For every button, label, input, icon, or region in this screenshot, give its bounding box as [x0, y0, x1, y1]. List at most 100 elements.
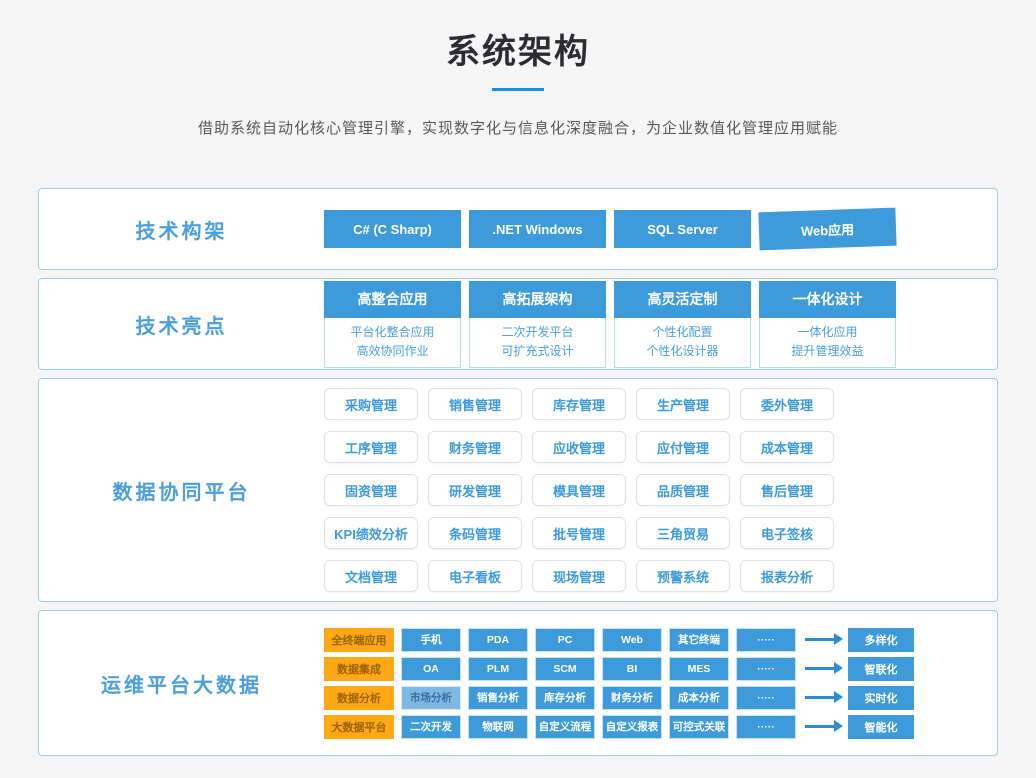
bigdata-item: 销售分析: [468, 686, 528, 710]
module-chip: 库存管理: [532, 388, 626, 420]
bigdata-item: 其它终端: [669, 628, 729, 652]
tech-stack-items: C# (C Sharp) .NET Windows SQL Server Web…: [324, 189, 896, 269]
module-chip: 报表分析: [740, 560, 834, 592]
highlight-line: 提升管理效益: [760, 342, 895, 361]
arrow-right-icon: [805, 696, 835, 699]
module-chip: 预警系统: [636, 560, 730, 592]
bigdata-item: PDA: [468, 628, 528, 652]
bigdata-item-ellipsis: ·····: [736, 715, 796, 739]
page: 系统架构 借助系统自动化核心管理引擎，实现数字化与信息化深度融合，为企业数值化管…: [0, 0, 1036, 756]
highlight-line: 可扩充式设计: [470, 342, 605, 361]
module-chip: 委外管理: [740, 388, 834, 420]
tech-stack-section: 技术构架 C# (C Sharp) .NET Windows SQL Serve…: [38, 188, 998, 270]
module-chip: 应收管理: [532, 431, 626, 463]
module-chip: 售后管理: [740, 474, 834, 506]
module-chip: 成本管理: [740, 431, 834, 463]
module-chip: 条码管理: [428, 517, 522, 549]
bigdata-row-platform: 大数据平台 二次开发 物联网 自定义流程 自定义报表 可控式关联 ····· 智…: [324, 715, 914, 739]
bigdata-item-ellipsis: ·····: [736, 657, 796, 681]
module-chip: 电子签核: [740, 517, 834, 549]
section-label-highlights: 技术亮点: [39, 279, 324, 369]
bigdata-result: 智能化: [848, 715, 914, 739]
data-platform-section: 数据协同平台 采购管理 销售管理 库存管理 生产管理 委外管理 工序管理 财务管…: [38, 378, 998, 602]
bigdata-item: SCM: [535, 657, 595, 681]
module-chip: 电子看板: [428, 560, 522, 592]
bigdata-row-analysis: 数据分析 市场分析 销售分析 库存分析 财务分析 成本分析 ····· 实时化: [324, 686, 914, 710]
page-title: 系统架构: [0, 0, 1036, 73]
highlight-card-integration: 高整合应用 平台化整合应用 高效协同作业: [324, 281, 461, 368]
bigdata-row-terminals: 全终端应用 手机 PDA PC Web 其它终端 ····· 多样化: [324, 628, 914, 652]
arrow-right-icon: [805, 667, 835, 670]
module-chip: 采购管理: [324, 388, 418, 420]
highlight-line: 平台化整合应用: [325, 323, 460, 342]
module-chip: 工序管理: [324, 431, 418, 463]
highlight-card-extensibility: 高拓展架构 二次开发平台 可扩充式设计: [469, 281, 606, 368]
highlight-line: 个性化设计器: [615, 342, 750, 361]
bigdata-category-tag: 大数据平台: [324, 715, 394, 739]
bigdata-row-integration: 数据集成 OA PLM SCM BI MES ····· 智联化: [324, 657, 914, 681]
highlight-cards: 高整合应用 平台化整合应用 高效协同作业 高拓展架构 二次开发平台 可扩充式设计…: [324, 279, 896, 369]
arrow-right-icon: [805, 725, 835, 728]
module-chip: 销售管理: [428, 388, 522, 420]
module-chip: 固资管理: [324, 474, 418, 506]
page-subtitle: 借助系统自动化核心管理引擎，实现数字化与信息化深度融合，为企业数值化管理应用赋能: [0, 117, 1036, 138]
bigdata-item-ellipsis: ·····: [736, 628, 796, 652]
bigdata-category-tag: 数据集成: [324, 657, 394, 681]
bigdata-item: 自定义流程: [535, 715, 595, 739]
tech-item-dotnet-windows: .NET Windows: [469, 210, 606, 248]
section-label-tech-stack: 技术构架: [39, 189, 324, 269]
highlight-line: 高效协同作业: [325, 342, 460, 361]
bigdata-item: OA: [401, 657, 461, 681]
bigdata-item: 库存分析: [535, 686, 595, 710]
tech-item-sql-server: SQL Server: [614, 210, 751, 248]
bigdata-item: 自定义报表: [602, 715, 662, 739]
highlight-card-title: 一体化设计: [759, 281, 896, 318]
module-chip: 研发管理: [428, 474, 522, 506]
highlight-card-body: 个性化配置 个性化设计器: [614, 318, 751, 368]
bigdata-item: 成本分析: [669, 686, 729, 710]
bigdata-rows: 全终端应用 手机 PDA PC Web 其它终端 ····· 多样化 数据集成 …: [324, 611, 914, 755]
bigdata-section: 运维平台大数据 全终端应用 手机 PDA PC Web 其它终端 ····· 多…: [38, 610, 998, 756]
bigdata-item: Web: [602, 628, 662, 652]
highlights-section: 技术亮点 高整合应用 平台化整合应用 高效协同作业 高拓展架构 二次开发平台 可…: [38, 278, 998, 370]
section-label-data-platform: 数据协同平台: [39, 379, 324, 601]
module-chip: 三角贸易: [636, 517, 730, 549]
bigdata-category-tag: 数据分析: [324, 686, 394, 710]
highlight-card-body: 一体化应用 提升管理效益: [759, 318, 896, 368]
highlight-card-title: 高整合应用: [324, 281, 461, 318]
section-label-bigdata: 运维平台大数据: [39, 611, 324, 755]
bigdata-item: 可控式关联: [669, 715, 729, 739]
bigdata-item-ellipsis: ·····: [736, 686, 796, 710]
tech-item-web-app: Web应用: [758, 208, 896, 251]
bigdata-result: 智联化: [848, 657, 914, 681]
bigdata-result: 多样化: [848, 628, 914, 652]
highlight-card-body: 平台化整合应用 高效协同作业: [324, 318, 461, 368]
bigdata-item: 手机: [401, 628, 461, 652]
arrow-right-icon: [805, 638, 835, 641]
module-chip: 品质管理: [636, 474, 730, 506]
highlight-line: 个性化配置: [615, 323, 750, 342]
module-chip: 财务管理: [428, 431, 522, 463]
bigdata-item: 市场分析: [401, 686, 461, 710]
bigdata-item: BI: [602, 657, 662, 681]
bigdata-category-tag: 全终端应用: [324, 628, 394, 652]
module-chip: 应付管理: [636, 431, 730, 463]
highlight-card-title: 高拓展架构: [469, 281, 606, 318]
module-chip: 模具管理: [532, 474, 626, 506]
bigdata-item: PC: [535, 628, 595, 652]
highlight-card-title: 高灵活定制: [614, 281, 751, 318]
module-chip: 文档管理: [324, 560, 418, 592]
highlight-line: 二次开发平台: [470, 323, 605, 342]
module-chip: 现场管理: [532, 560, 626, 592]
module-chip: 生产管理: [636, 388, 730, 420]
module-chip: 批号管理: [532, 517, 626, 549]
architecture-diagram: 技术构架 C# (C Sharp) .NET Windows SQL Serve…: [38, 188, 998, 756]
tech-item-csharp: C# (C Sharp): [324, 210, 461, 248]
highlight-card-flexibility: 高灵活定制 个性化配置 个性化设计器: [614, 281, 751, 368]
module-grid: 采购管理 销售管理 库存管理 生产管理 委外管理 工序管理 财务管理 应收管理 …: [324, 379, 834, 601]
title-underline: [492, 88, 544, 91]
bigdata-result: 实时化: [848, 686, 914, 710]
highlight-card-all-in-one: 一体化设计 一体化应用 提升管理效益: [759, 281, 896, 368]
bigdata-item: 物联网: [468, 715, 528, 739]
highlight-card-body: 二次开发平台 可扩充式设计: [469, 318, 606, 368]
